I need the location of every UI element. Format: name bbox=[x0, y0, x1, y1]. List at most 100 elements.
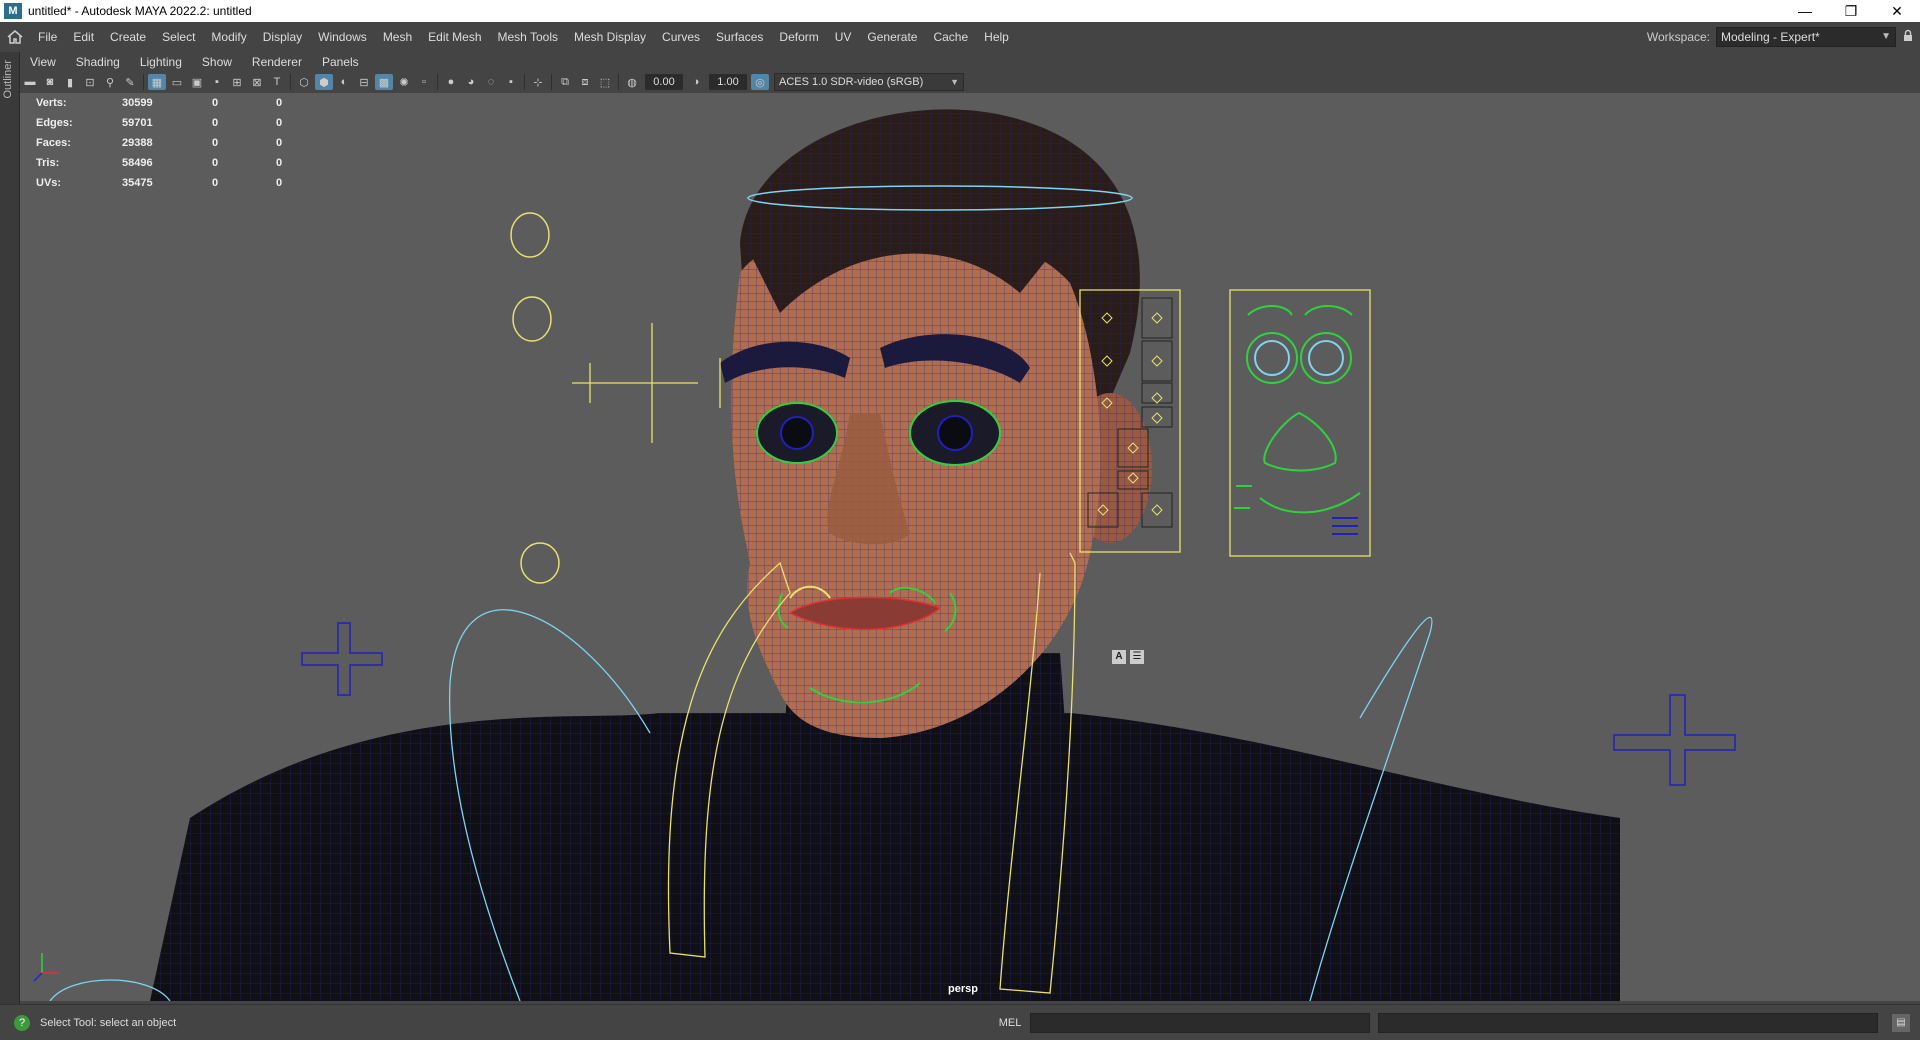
default-material-icon[interactable]: ◐ bbox=[335, 74, 353, 90]
select-camera-icon[interactable]: ▬ bbox=[21, 74, 39, 90]
axis-gizmo-icon bbox=[33, 953, 60, 982]
workspace-selector: Workspace: Modeling - Expert* ▼ bbox=[1647, 22, 1920, 52]
panel-menu-shading[interactable]: Shading bbox=[66, 55, 130, 69]
panel-menu-show[interactable]: Show bbox=[192, 55, 242, 69]
xray-joints-icon[interactable]: ⧉ bbox=[556, 74, 574, 90]
grease-pencil-icon[interactable]: ✎ bbox=[121, 74, 139, 90]
safe-action-icon[interactable]: ⊠ bbox=[248, 74, 266, 90]
shadows-icon[interactable]: ● bbox=[442, 74, 460, 90]
smooth-shade-icon[interactable]: ⬢ bbox=[315, 74, 333, 90]
script-editor-icon[interactable]: ▤ bbox=[1892, 1013, 1910, 1032]
home-icon[interactable] bbox=[0, 22, 30, 52]
hud-row: Edges: 59701 0 0 bbox=[36, 113, 340, 133]
toolbar-divider bbox=[551, 74, 552, 90]
main-menu-bar: File Edit Create Select Modify Display W… bbox=[0, 22, 1920, 52]
menu-file[interactable]: File bbox=[30, 22, 65, 52]
hud-label: Tris: bbox=[36, 157, 60, 169]
hud-selected: 0 bbox=[212, 117, 219, 129]
hud-selected: 0 bbox=[212, 177, 219, 189]
color-space-dropdown[interactable]: ACES 1.0 SDR-video (sRGB) ▼ bbox=[774, 73, 964, 91]
toolbar-divider bbox=[290, 74, 291, 90]
anti-aliasing-icon[interactable]: ▪ bbox=[502, 74, 520, 90]
bookmark-icon[interactable]: ▮ bbox=[61, 74, 79, 90]
hud-selected: 0 bbox=[212, 137, 219, 149]
grid-icon[interactable]: ▦ bbox=[148, 74, 166, 90]
panel-menu-view[interactable]: View bbox=[20, 55, 66, 69]
control-circle-3 bbox=[520, 542, 560, 584]
xray-active-icon[interactable]: ⧈ bbox=[576, 74, 594, 90]
menu-windows[interactable]: Windows bbox=[310, 22, 375, 52]
film-gate-icon[interactable]: ▭ bbox=[168, 74, 186, 90]
mel-result-field bbox=[1378, 1012, 1878, 1033]
exposure-field[interactable]: 0.00 bbox=[645, 74, 683, 90]
command-line-bar: ? Select Tool: select an object MEL ▤ bbox=[0, 1004, 1920, 1040]
menu-mesh[interactable]: Mesh bbox=[375, 22, 420, 52]
wireframe-icon[interactable]: ⬡ bbox=[295, 74, 313, 90]
menu-generate[interactable]: Generate bbox=[859, 22, 925, 52]
control-cross-blue-right bbox=[1613, 694, 1736, 786]
2d-pan-zoom-icon[interactable]: ⚲ bbox=[101, 74, 119, 90]
menu-curves[interactable]: Curves bbox=[654, 22, 708, 52]
control-cross-blue-left bbox=[301, 622, 383, 696]
color-management-icon[interactable]: ◎ bbox=[751, 74, 769, 90]
menu-uv[interactable]: UV bbox=[827, 22, 860, 52]
field-chart-icon[interactable]: ⊞ bbox=[228, 74, 246, 90]
outliner-tab[interactable]: Outliner bbox=[2, 60, 14, 99]
panel-menu-lighting[interactable]: Lighting bbox=[130, 55, 192, 69]
gamma-field[interactable]: 1.00 bbox=[709, 74, 747, 90]
panel-menu-panels[interactable]: Panels bbox=[312, 55, 369, 69]
gamma-icon[interactable]: ◑ bbox=[687, 74, 705, 90]
hud-value: 58496 bbox=[122, 157, 153, 169]
menu-edit[interactable]: Edit bbox=[65, 22, 102, 52]
help-line-text: Select Tool: select an object bbox=[40, 1016, 177, 1029]
hud-row: Faces: 29388 0 0 bbox=[36, 133, 340, 153]
panel-menu-renderer[interactable]: Renderer bbox=[242, 55, 312, 69]
workspace-label: Workspace: bbox=[1646, 30, 1710, 44]
lights-icon[interactable]: ✺ bbox=[395, 74, 413, 90]
menu-create[interactable]: Create bbox=[102, 22, 154, 52]
menu-edit-mesh[interactable]: Edit Mesh bbox=[420, 22, 489, 52]
hud-triangles: 0 bbox=[276, 117, 283, 129]
menu-select[interactable]: Select bbox=[154, 22, 203, 52]
gate-mask-icon[interactable]: ▪ bbox=[208, 74, 226, 90]
minimize-button[interactable]: — bbox=[1782, 0, 1828, 22]
safe-title-icon[interactable]: T bbox=[268, 74, 286, 90]
workspace-dropdown[interactable]: Modeling - Expert* ▼ bbox=[1716, 27, 1896, 47]
hud-value: 29388 bbox=[122, 137, 153, 149]
help-icon: ? bbox=[14, 1014, 30, 1031]
backface-culling-icon[interactable]: ⬚ bbox=[596, 74, 614, 90]
menu-deform[interactable]: Deform bbox=[771, 22, 826, 52]
hud-label: Faces: bbox=[36, 137, 71, 149]
exposure-icon[interactable]: ◍ bbox=[623, 74, 641, 90]
xray-icon[interactable]: ▫ bbox=[415, 74, 433, 90]
menu-help[interactable]: Help bbox=[976, 22, 1017, 52]
hud-triangles: 0 bbox=[276, 157, 283, 169]
restore-button[interactable]: ❐ bbox=[1828, 0, 1874, 22]
camera-attributes-icon[interactable]: ◙ bbox=[41, 74, 59, 90]
menu-surfaces[interactable]: Surfaces bbox=[708, 22, 771, 52]
wireframe-on-shaded-icon[interactable]: ⊟ bbox=[355, 74, 373, 90]
lock-icon[interactable] bbox=[1896, 29, 1920, 45]
motion-blur-icon[interactable]: ◌ bbox=[482, 74, 500, 90]
isolate-select-icon[interactable]: ⊹ bbox=[529, 74, 547, 90]
menu-mesh-display[interactable]: Mesh Display bbox=[566, 22, 654, 52]
menu-display[interactable]: Display bbox=[255, 22, 310, 52]
close-button[interactable]: ✕ bbox=[1874, 0, 1920, 22]
hud-label: UVs: bbox=[36, 177, 62, 189]
menu-cache[interactable]: Cache bbox=[925, 22, 976, 52]
image-plane-icon[interactable]: ⊡ bbox=[81, 74, 99, 90]
script-language-toggle[interactable]: MEL bbox=[990, 1017, 1030, 1029]
window-controls: — ❐ ✕ bbox=[1782, 0, 1920, 22]
hud-value: 59701 bbox=[122, 117, 153, 129]
toolbar-divider bbox=[618, 74, 619, 90]
workspace-value: Modeling - Expert* bbox=[1721, 30, 1820, 44]
ambient-occlusion-icon[interactable]: ◕ bbox=[462, 74, 480, 90]
viewport-persp[interactable]: Verts: 30599 0 0 Edges: 59701 0 0 Faces:… bbox=[20, 93, 1920, 1001]
menu-mesh-tools[interactable]: Mesh Tools bbox=[490, 22, 566, 52]
menu-modify[interactable]: Modify bbox=[203, 22, 254, 52]
mel-command-input[interactable] bbox=[1030, 1012, 1370, 1033]
textured-icon[interactable]: ▩ bbox=[375, 74, 393, 90]
resolution-gate-icon[interactable]: ▣ bbox=[188, 74, 206, 90]
facial-panel-button-a[interactable]: A bbox=[1112, 650, 1126, 664]
facial-panel-button-menu[interactable]: ☰ bbox=[1130, 650, 1144, 664]
